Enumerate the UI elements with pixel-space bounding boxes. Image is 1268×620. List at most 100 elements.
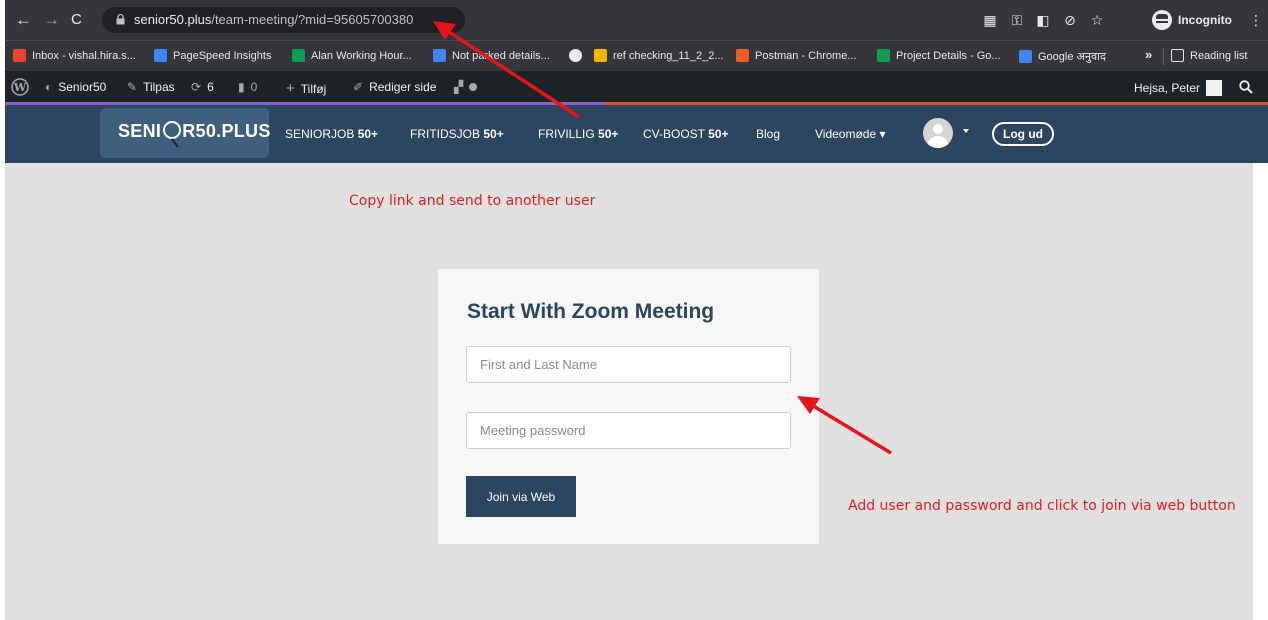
nav-seniorjob[interactable]: SENIORJOB 50+	[285, 127, 378, 141]
bookmark-item[interactable]: Inbox - vishal.hira.s...	[13, 49, 136, 62]
bookmark-item[interactable]: Alan Working Hour...	[292, 49, 412, 62]
url-text: senior50.plus/team-meeting/?mid=95605700…	[134, 12, 414, 27]
bookmark-label: Alan Working Hour...	[311, 49, 412, 62]
reading-list-label: Reading list	[1190, 49, 1248, 62]
plus-icon: +	[286, 80, 295, 97]
bookmark-label: Postman - Chrome...	[755, 49, 857, 62]
wp-comments-menu[interactable]: ▮ 0	[238, 80, 257, 94]
address-bar[interactable]: senior50.plus/team-meeting/?mid=95605700…	[102, 7, 465, 33]
wp-admin-bar: W ◐ Senior50 ✎ Tilpas ⟳ 6 ▮ 0 + Tilføj ✐ Redig…	[5, 71, 1268, 103]
eye-off-icon[interactable]: ⊘	[1062, 12, 1078, 28]
translate-icon[interactable]: ◧	[1035, 12, 1051, 28]
logout-button[interactable]: Log ud	[992, 122, 1054, 146]
nav-frivillig[interactable]: FRIVILLIG 50+	[538, 127, 618, 141]
updates-icon: ⟳	[191, 80, 202, 94]
nav-suffix: 50+	[357, 127, 379, 141]
lock-icon	[116, 14, 125, 25]
wp-new-menu[interactable]: + Tilføj	[286, 80, 326, 97]
nav-fritidsjob[interactable]: FRITIDSJOB 50+	[410, 127, 504, 141]
wp-seo-menu[interactable]: ▞	[454, 80, 478, 94]
nav-label: FRIVILLIG	[538, 127, 595, 141]
incognito-label: Incognito	[1178, 13, 1232, 27]
nav-suffix: 50+	[708, 127, 729, 141]
incognito-badge[interactable]: Incognito	[1152, 8, 1232, 32]
bookmark-item[interactable]: Not parked details...	[433, 49, 550, 62]
browser-toolbar: ← → C senior50.plus/team-meeting/?mid=95…	[5, 0, 1268, 40]
back-icon[interactable]: ←	[15, 11, 32, 29]
bookmarks-overflow-button[interactable]: »	[1145, 47, 1152, 62]
qr-icon[interactable]: ▦	[982, 12, 998, 28]
more-icon[interactable]: ⋮	[1248, 12, 1264, 28]
pencil-icon: ✐	[353, 80, 364, 94]
forward-icon[interactable]: →	[43, 11, 60, 29]
nav-cv-boost[interactable]: CV-BOOST 50+	[643, 127, 729, 141]
bookmark-label: Google अनुवाद	[1038, 51, 1106, 63]
browser-window: ← → C senior50.plus/team-meeting/?mid=95…	[5, 0, 1268, 620]
reading-list-button[interactable]: Reading list	[1171, 49, 1247, 62]
bookmark-label: Project Details - Go...	[896, 49, 1001, 62]
wp-new-label: Tilføj	[300, 81, 327, 96]
nav-videomode-dropdown[interactable]: Videomøde ▾	[815, 127, 886, 141]
globe-icon	[569, 49, 582, 62]
nav-label: Blog	[756, 127, 781, 141]
star-icon[interactable]: ☆	[1089, 12, 1105, 28]
postman-icon	[736, 49, 749, 62]
bookmarks-bar: Inbox - vishal.hira.s... PageSpeed Insig…	[5, 40, 1268, 71]
wp-edit-menu[interactable]: ✐ Rediger side	[353, 80, 436, 94]
google-translate-icon	[1019, 50, 1032, 63]
zoom-join-card: Start With Zoom Meeting Join via Web	[438, 269, 819, 544]
nav-blog[interactable]: Blog	[756, 127, 780, 141]
wp-site-menu[interactable]: ◐ Senior50	[45, 80, 106, 94]
wp-search-icon[interactable]	[1239, 80, 1253, 94]
wp-site-label: Senior50	[58, 80, 107, 94]
logo-text: SENI R50.PLUS	[118, 121, 271, 142]
site-navbar: SENI R50.PLUS SENIORJOB 50+ FRITIDSJOB 50…	[5, 105, 1268, 163]
reload-icon[interactable]: C	[71, 11, 82, 29]
bookmark-item[interactable]: Project Details - Go...	[877, 49, 1001, 62]
nav-label: Videomøde ▾	[815, 127, 886, 141]
nav-label: FRITIDSJOB	[410, 127, 481, 141]
meeting-password-input[interactable]	[466, 412, 791, 449]
yoast-icon: ▞	[454, 80, 464, 94]
comment-icon: ▮	[238, 80, 245, 94]
brush-icon: ✎	[127, 80, 138, 94]
divider	[1163, 48, 1164, 65]
gmail-icon	[13, 49, 26, 62]
pagespeed-icon	[154, 49, 167, 62]
reading-list-icon	[1171, 49, 1184, 62]
annotation-add-user: Add user and password and click to join …	[848, 498, 1236, 514]
wordpress-logo-icon[interactable]: W	[11, 78, 29, 96]
bookmark-label: ref checking_11_2_2...	[613, 49, 724, 62]
join-via-web-button[interactable]: Join via Web	[466, 476, 576, 517]
bookmark-item[interactable]: ref checking_11_2_2...	[594, 49, 723, 62]
logo-text-right: R50.PLUS	[182, 121, 271, 141]
bookmark-label: Not parked details...	[452, 49, 550, 62]
key-icon[interactable]: ⚿	[1009, 12, 1025, 28]
bookmark-item[interactable]: PageSpeed Insights	[154, 49, 271, 62]
sheets-icon	[877, 49, 890, 62]
card-title: Start With Zoom Meeting	[467, 300, 715, 323]
status-dot-icon	[469, 83, 478, 91]
page-content: Copy link and send to another user Start…	[5, 163, 1253, 620]
bookmark-label: PageSpeed Insights	[173, 49, 272, 62]
name-input[interactable]	[466, 346, 791, 383]
nav-label: CV-BOOST	[643, 127, 705, 141]
sheets-icon	[292, 49, 305, 62]
avatar	[1206, 80, 1223, 96]
dashboard-icon: ◐	[45, 80, 53, 94]
annotation-copy-link: Copy link and send to another user	[349, 193, 596, 209]
docs-icon	[433, 49, 446, 62]
logo-text-left: SENI	[118, 121, 162, 141]
nav-suffix: 50+	[483, 127, 504, 141]
bookmark-item[interactable]: Google अनुवाद	[1019, 49, 1106, 64]
bookmark-item[interactable]: Postman - Chrome...	[736, 49, 856, 62]
wp-customize-menu[interactable]: ✎ Tilpas	[127, 80, 175, 94]
wp-account-menu[interactable]: Hejsa, Peter	[1134, 80, 1223, 96]
user-avatar[interactable]	[923, 118, 953, 148]
wp-edit-label: Rediger side	[369, 80, 437, 94]
chevron-down-icon[interactable]	[963, 129, 969, 133]
site-logo[interactable]: SENI R50.PLUS	[100, 108, 271, 158]
magnifier-icon	[163, 121, 181, 139]
wp-updates-menu[interactable]: ⟳ 6	[191, 80, 214, 94]
bookmark-item[interactable]	[569, 49, 582, 62]
